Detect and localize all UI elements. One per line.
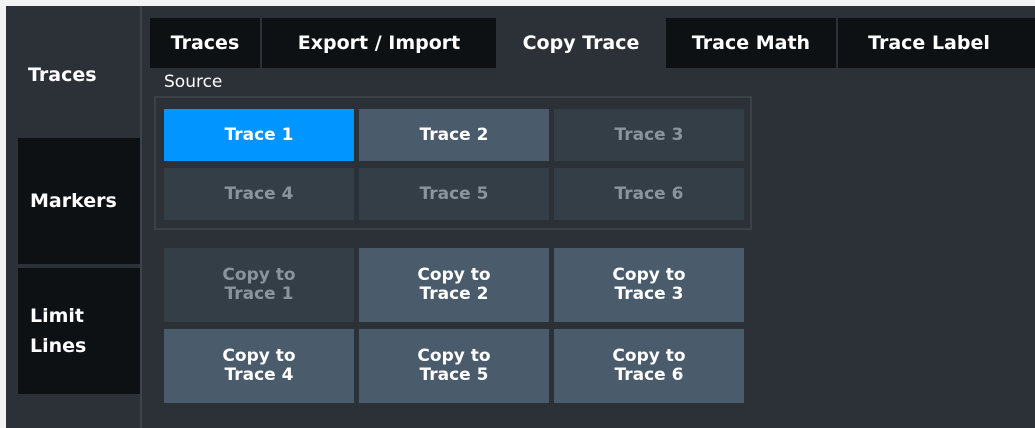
tab-trace-label[interactable]: Trace Label <box>838 18 1020 68</box>
side-tab-markers[interactable]: Markers <box>16 136 142 266</box>
tab-copy-trace[interactable]: Copy Trace <box>498 18 664 68</box>
side-tab-limit-lines[interactable]: Limit Lines <box>16 266 142 396</box>
source-label: Source <box>164 72 223 92</box>
source-trace-4-button[interactable]: Trace 4 <box>164 168 354 220</box>
tab-bar-filler <box>1020 18 1035 68</box>
copy-to-trace-1-button[interactable]: Copy to Trace 1 <box>164 248 354 322</box>
copy-to-trace-2-button[interactable]: Copy to Trace 2 <box>359 248 549 322</box>
copy-to-trace-4-button[interactable]: Copy to Trace 4 <box>164 329 354 403</box>
copy-trace-dialog: Traces Markers Limit Lines Traces Export… <box>0 0 1035 428</box>
tab-trace-math[interactable]: Trace Math <box>666 18 836 68</box>
top-border <box>0 0 1035 6</box>
side-tab-traces[interactable]: Traces <box>16 14 142 136</box>
source-trace-1-button[interactable]: Trace 1 <box>164 109 354 161</box>
source-trace-6-button[interactable]: Trace 6 <box>554 168 744 220</box>
source-trace-3-button[interactable]: Trace 3 <box>554 109 744 161</box>
copy-to-trace-6-button[interactable]: Copy to Trace 6 <box>554 329 744 403</box>
copy-to-trace-3-button[interactable]: Copy to Trace 3 <box>554 248 744 322</box>
tab-traces[interactable]: Traces <box>150 18 260 68</box>
tab-export-import[interactable]: Export / Import <box>262 18 496 68</box>
source-trace-5-button[interactable]: Trace 5 <box>359 168 549 220</box>
side-tab-panel: Traces Markers Limit Lines <box>6 6 142 428</box>
side-divider <box>140 6 142 428</box>
copy-to-trace-5-button[interactable]: Copy to Trace 5 <box>359 329 549 403</box>
source-trace-2-button[interactable]: Trace 2 <box>359 109 549 161</box>
